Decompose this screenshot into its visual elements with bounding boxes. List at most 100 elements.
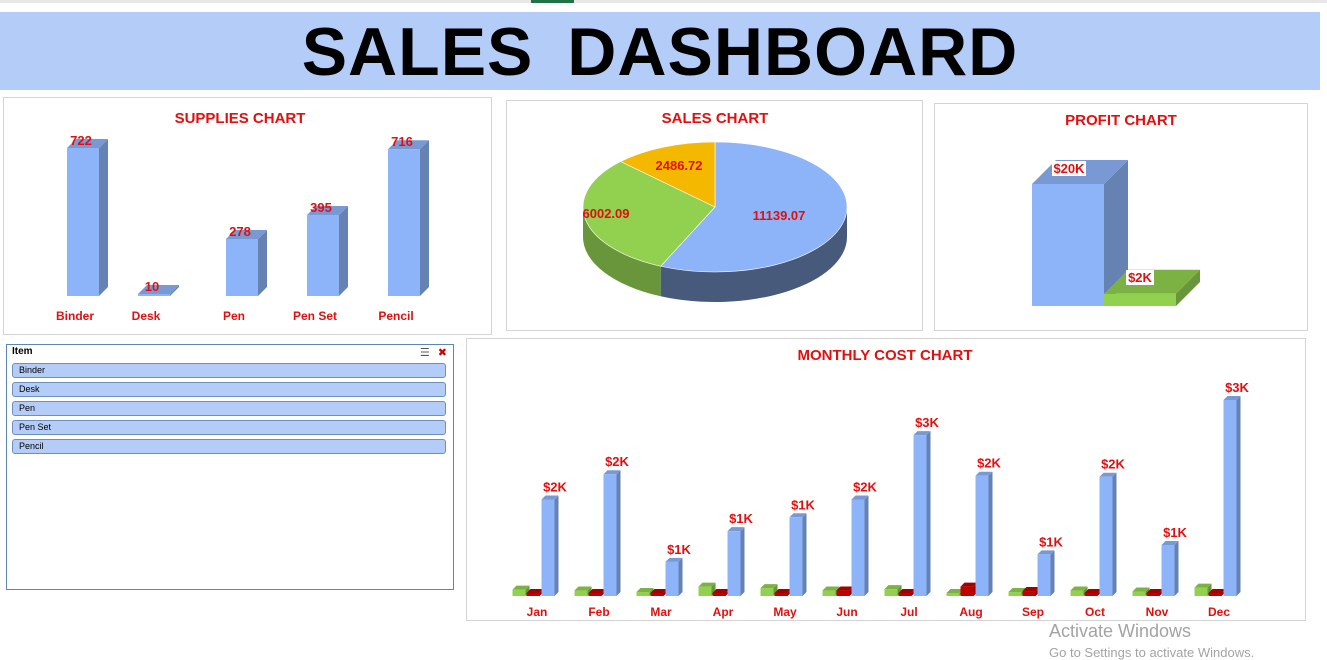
monthly-month-label-11: Dec — [1208, 605, 1230, 619]
supplies-category-label-0: Binder — [56, 309, 94, 323]
profit-value-label-0: $20K — [1053, 161, 1085, 176]
monthly-bar-oct-s2-front — [1099, 476, 1113, 596]
supplies-bar-4-front — [388, 149, 420, 296]
monthly-bar-jul-s0-front — [884, 589, 898, 596]
monthly-bar-oct-s2-side — [1112, 472, 1117, 596]
monthly-value-label-4: $1K — [791, 497, 815, 512]
dashboard-banner: SALES DASHBOARD — [0, 12, 1320, 90]
sales-chart-title: SALES CHART — [662, 110, 769, 127]
monthly-bar-feb-s0-front — [574, 590, 588, 596]
profit-value-label-1: $2K — [1128, 270, 1152, 285]
monthly-month-label-9: Oct — [1085, 605, 1105, 619]
monthly-bar-nov-s0-front — [1132, 591, 1146, 596]
monthly-bar-aug-s1-front — [960, 586, 974, 596]
monthly-cost-chart: MONTHLY COST CHART $2K Jan $2K Feb $1K Mar $1K… — [512, 347, 1250, 619]
supplies-bar-3-front — [307, 215, 339, 296]
monthly-value-label-2: $1K — [667, 542, 691, 557]
monthly-bar-mar-s1-front — [650, 593, 664, 596]
monthly-month-label-6: Jul — [900, 605, 917, 619]
monthly-month-label-4: May — [773, 605, 797, 619]
sales-chart: SALES CHART 11139.07 6002.09 2486.72 — [583, 110, 848, 302]
monthly-bar-nov-s2-front — [1161, 545, 1175, 596]
supplies-value-label-1: 10 — [145, 279, 159, 294]
sales-value-label-2: 2486.72 — [656, 158, 703, 173]
monthly-bar-feb-s2-front — [603, 474, 617, 596]
supplies-category-label-3: Pen Set — [293, 309, 337, 323]
supplies-value-label-2: 278 — [229, 224, 251, 239]
monthly-bar-may-s0-front — [760, 588, 774, 596]
monthly-bar-feb-s2-side — [616, 470, 621, 596]
monthly-bar-apr-s2-side — [740, 527, 745, 596]
monthly-month-label-7: Aug — [959, 605, 982, 619]
monthly-value-label-8: $1K — [1039, 534, 1063, 549]
monthly-bar-dec-s0-front — [1194, 587, 1208, 596]
profit-bar-1-front — [1104, 293, 1176, 306]
dashboard-title: SALES DASHBOARD — [301, 14, 1019, 90]
profit-chart: PROFIT CHART $20K $2K — [1032, 112, 1200, 306]
supplies-bar-4-side — [420, 140, 429, 296]
monthly-bar-dec-s2-front — [1223, 400, 1237, 596]
monthly-value-label-6: $3K — [915, 415, 939, 430]
clear-filter-icon[interactable]: ✖ — [438, 346, 447, 359]
monthly-bar-mar-s2-side — [678, 557, 683, 596]
monthly-bar-sep-s2-side — [1050, 550, 1055, 596]
monthly-bar-jul-s2-front — [913, 435, 927, 596]
monthly-bar-sep-s2-front — [1037, 554, 1051, 596]
monthly-bar-jul-s2-side — [926, 431, 931, 596]
monthly-bar-mar-s2-front — [665, 561, 679, 596]
supplies-value-label-4: 716 — [391, 134, 413, 149]
supplies-category-label-1: Desk — [132, 309, 161, 323]
watermark-line-1: Activate Windows — [1049, 621, 1192, 641]
monthly-month-label-10: Nov — [1146, 605, 1169, 619]
monthly-month-label-0: Jan — [527, 605, 548, 619]
monthly-bar-may-s2-front — [789, 517, 803, 596]
monthly-bar-dec-s2-side — [1236, 396, 1241, 596]
monthly-cost-chart-panel[interactable]: MONTHLY COST CHART $2K Jan $2K Feb $1K Mar $1K… — [466, 338, 1306, 621]
supplies-bar-2-front — [226, 239, 258, 296]
monthly-bar-oct-s1-front — [1084, 593, 1098, 596]
supplies-value-label-0: 722 — [70, 133, 92, 148]
slicer-item-pencil[interactable]: Pencil — [12, 439, 446, 454]
supplies-bar-2-side — [258, 230, 267, 296]
slicer-item-pen-set[interactable]: Pen Set — [12, 420, 446, 435]
monthly-bar-jun-s2-front — [851, 499, 865, 596]
item-slicer[interactable]: Item ☰ ✖ Binder Desk Pen Pen Set Pencil — [6, 344, 454, 590]
multi-select-icon[interactable]: ☰ — [420, 346, 430, 359]
sales-value-label-1: 6002.09 — [583, 206, 630, 221]
supplies-category-label-2: Pen — [223, 309, 245, 323]
selected-column-indicator — [531, 0, 574, 3]
slicer-header: Item — [12, 346, 33, 357]
profit-chart-panel[interactable]: PROFIT CHART $20K $2K — [934, 103, 1308, 331]
monthly-bar-dec-s1-front — [1208, 593, 1222, 596]
monthly-bar-aug-s2-side — [988, 471, 993, 596]
supplies-category-label-4: Pencil — [378, 309, 413, 323]
supplies-chart-panel[interactable]: SUPPLIES CHART 722 Binder 10 Desk 278 Pen 395 P… — [3, 97, 492, 335]
watermark-line-2: Go to Settings to activate Windows. — [1049, 645, 1255, 660]
monthly-bar-apr-s1-front — [712, 593, 726, 596]
monthly-bar-jun-s0-front — [822, 590, 836, 596]
slicer-item-binder[interactable]: Binder — [12, 363, 446, 378]
monthly-bar-may-s2-side — [802, 513, 807, 596]
monthly-month-label-3: Apr — [713, 605, 734, 619]
monthly-bar-sep-s0-front — [1008, 592, 1022, 596]
sales-value-label-0: 11139.07 — [753, 208, 806, 223]
supplies-bar-3-side — [339, 206, 348, 296]
monthly-bar-aug-s0-front — [946, 593, 960, 596]
monthly-bar-aug-s2-front — [975, 475, 989, 596]
monthly-bar-jan-s2-front — [541, 499, 555, 596]
supplies-bar-0-front — [67, 148, 99, 296]
monthly-value-label-3: $1K — [729, 511, 753, 526]
monthly-bar-jun-s2-side — [864, 495, 869, 596]
supplies-value-label-3: 395 — [310, 200, 332, 215]
monthly-month-label-1: Feb — [588, 605, 609, 619]
monthly-month-label-2: Mar — [650, 605, 672, 619]
slicer-item-desk[interactable]: Desk — [12, 382, 446, 397]
monthly-month-label-8: Sep — [1022, 605, 1044, 619]
monthly-bar-jan-s0-front — [512, 589, 526, 596]
monthly-bar-sep-s1-front — [1022, 591, 1036, 596]
monthly-bar-oct-s0-front — [1070, 590, 1084, 596]
sales-chart-panel[interactable]: SALES CHART 11139.07 6002.09 2486.72 — [506, 100, 923, 331]
monthly-cost-chart-title: MONTHLY COST CHART — [797, 347, 972, 364]
slicer-item-pen[interactable]: Pen — [12, 401, 446, 416]
monthly-bar-jan-s2-side — [554, 495, 559, 596]
